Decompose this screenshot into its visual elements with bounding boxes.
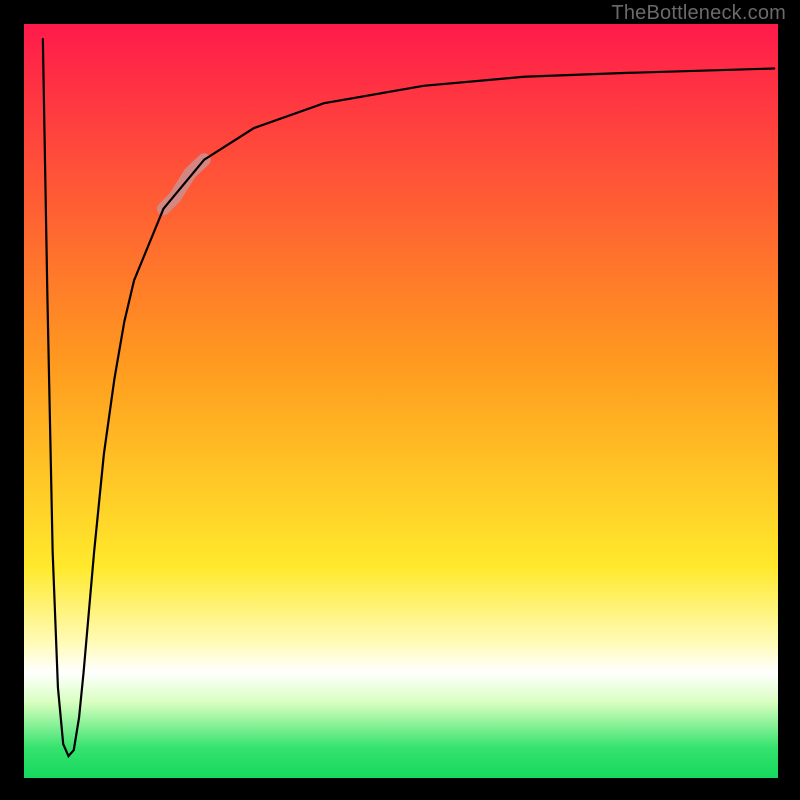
plot-area xyxy=(24,24,778,778)
chart-container: TheBottleneck.com xyxy=(0,0,800,800)
attribution-text: TheBottleneck.com xyxy=(611,2,786,25)
gradient-background xyxy=(24,24,778,778)
chart-svg xyxy=(24,24,778,778)
